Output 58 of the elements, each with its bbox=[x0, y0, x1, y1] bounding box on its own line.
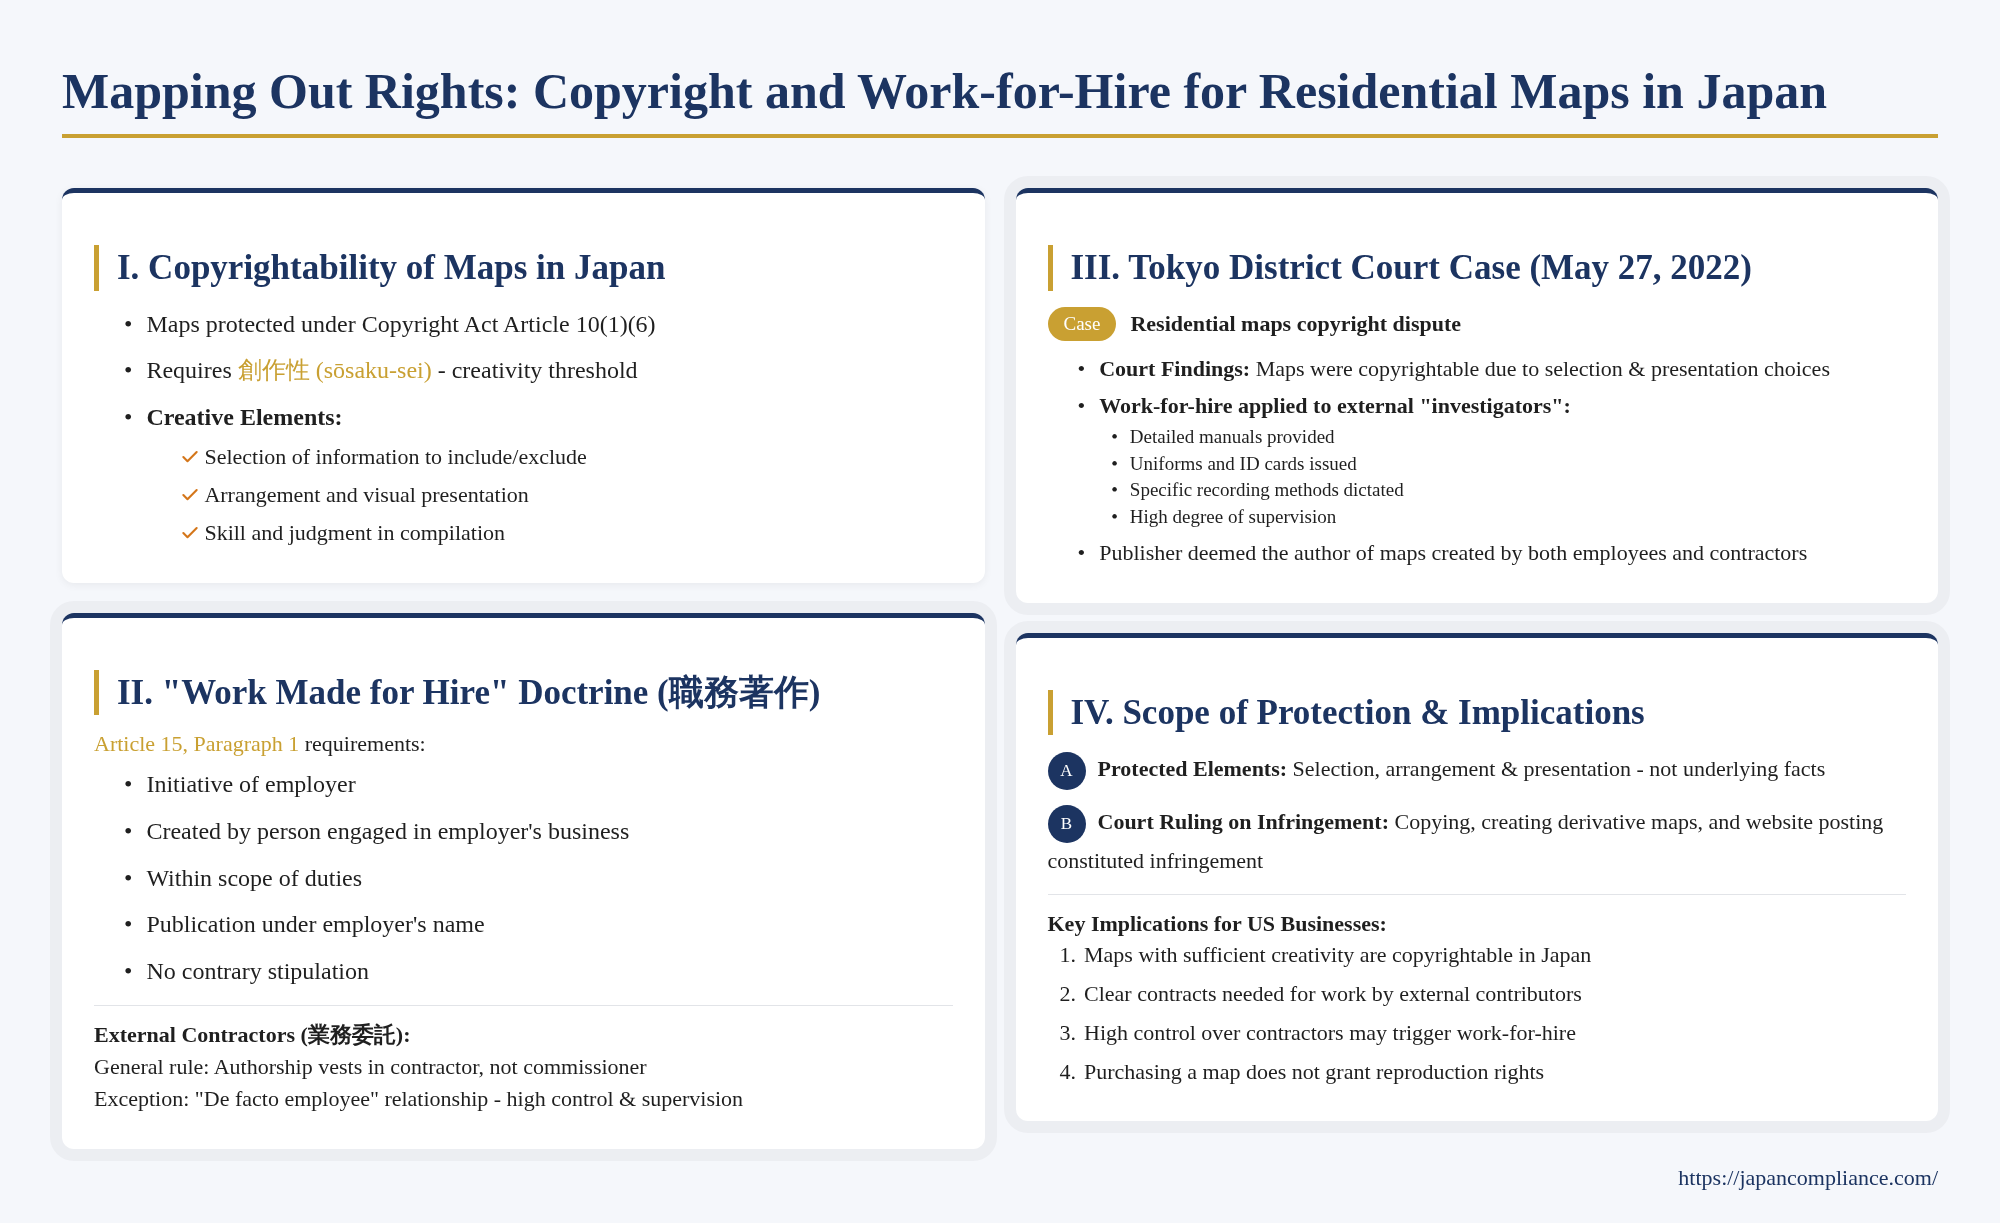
marker-text: B Court Ruling on Infringement: Copying, creating derivative maps, and website posting constituted infringement bbox=[1047, 804, 1906, 879]
implication-text: Maps with sufficient creativity are copyrightable in Japan bbox=[1084, 941, 1592, 970]
letter-marker: B bbox=[1047, 804, 1086, 843]
note-line: Exception: "De facto employee" relationship - high control & supervision bbox=[94, 1084, 745, 1113]
bullet-mark: • bbox=[124, 957, 133, 987]
item-number: 1. bbox=[1059, 941, 1076, 970]
bullet-text: Publication under employer's name bbox=[146, 910, 485, 940]
bullet-mark: • bbox=[124, 816, 133, 846]
bullet-text: Initiative of employer bbox=[146, 770, 356, 800]
implication-text: Purchasing a map does not grant reproduction rights bbox=[1084, 1057, 1545, 1086]
bullet-mark: • bbox=[124, 770, 133, 800]
bullet-text: Publisher deemed the author of maps created by both employees and contractors bbox=[1099, 538, 1808, 567]
bullet-text: Created by person engaged in employer's business bbox=[146, 816, 630, 846]
intro-text: Article 15, Paragraph 1 requirements: bbox=[94, 731, 427, 758]
implication-text: Clear contracts needed for work by external contributors bbox=[1084, 979, 1582, 1008]
letter-marker: A bbox=[1047, 752, 1086, 790]
bullet-mark: • bbox=[124, 863, 133, 893]
section-heading: IV. Scope of Protection & Implications bbox=[1047, 689, 1906, 736]
bullet-mark: • bbox=[1077, 354, 1086, 383]
bullet-mark: • bbox=[1077, 392, 1086, 421]
bullet-mark: • bbox=[1111, 451, 1118, 476]
bullet-text: Court Findings: Maps were copyrightable due to selection & presentation choices bbox=[1099, 354, 1830, 383]
item-number: 3. bbox=[1059, 1018, 1076, 1047]
note-title: External Contractors (業務委託): bbox=[94, 1021, 412, 1050]
bullet-text: No contrary stipulation bbox=[146, 957, 370, 987]
sub-bullet-text: Uniforms and ID cards issued bbox=[1129, 451, 1357, 476]
case-title: Residential maps copyright dispute bbox=[1130, 310, 1462, 337]
bullet-mark: • bbox=[1111, 505, 1118, 530]
bullet-text: Maps protected under Copyright Act Article 10(1)(6) bbox=[146, 309, 656, 339]
bullet-text: Requires 創作性 (sōsaku-sei) - creativity threshold bbox=[146, 356, 638, 386]
item-number: 2. bbox=[1059, 979, 1076, 1008]
bullet-mark: • bbox=[1111, 478, 1118, 503]
note-line: General rule: Authorship vests in contractor, not commissioner bbox=[94, 1053, 648, 1082]
bullet-mark: • bbox=[124, 910, 133, 940]
implication-text: High control over contractors may trigger work-for-hire bbox=[1084, 1018, 1576, 1047]
bullet-text: Work-for-hire applied to external "investigators": bbox=[1099, 392, 1571, 421]
checklist-text: Selection of information to include/exclude bbox=[204, 442, 587, 471]
sub-bullet-text: High degree of supervision bbox=[1129, 505, 1337, 530]
sub-bullet-text: Detailed manuals provided bbox=[1129, 425, 1335, 450]
item-number: 4. bbox=[1059, 1057, 1076, 1086]
section-heading: I. Copyrightability of Maps in Japan bbox=[94, 245, 953, 291]
checklist-text: Skill and judgment in compilation bbox=[204, 518, 506, 547]
bullet-mark: • bbox=[124, 356, 133, 386]
sub-bullet-text: Specific recording methods dictated bbox=[1129, 478, 1404, 503]
bullet-mark: • bbox=[1077, 538, 1086, 567]
bullet-text: Within scope of duties bbox=[146, 863, 363, 893]
case-tag: Case bbox=[1047, 306, 1117, 341]
bullet-mark: • bbox=[124, 403, 133, 433]
bullet-mark: • bbox=[124, 309, 133, 339]
site-link[interactable]: https://japancompliance.com/ bbox=[1678, 1165, 1938, 1190]
bullet-mark: • bbox=[1111, 425, 1118, 450]
implications-title: Key Implications for US Businesses: bbox=[1047, 910, 1388, 939]
section-heading: III. Tokyo District Court Case (May 27, 2022) bbox=[1047, 245, 1906, 291]
checklist-text: Arrangement and visual presentation bbox=[204, 480, 529, 509]
page-title: Mapping Out Rights: Copyright and Work-for-Hire for Residential Maps in Japan bbox=[62, 62, 1938, 138]
bullet-text: Creative Elements: bbox=[146, 403, 344, 433]
marker-text: A Protected Elements: Selection, arrangement & presentation - not underlying facts bbox=[1047, 751, 1906, 790]
section-heading: II. "Work Made for Hire" Doctrine (職務著作) bbox=[94, 669, 953, 716]
